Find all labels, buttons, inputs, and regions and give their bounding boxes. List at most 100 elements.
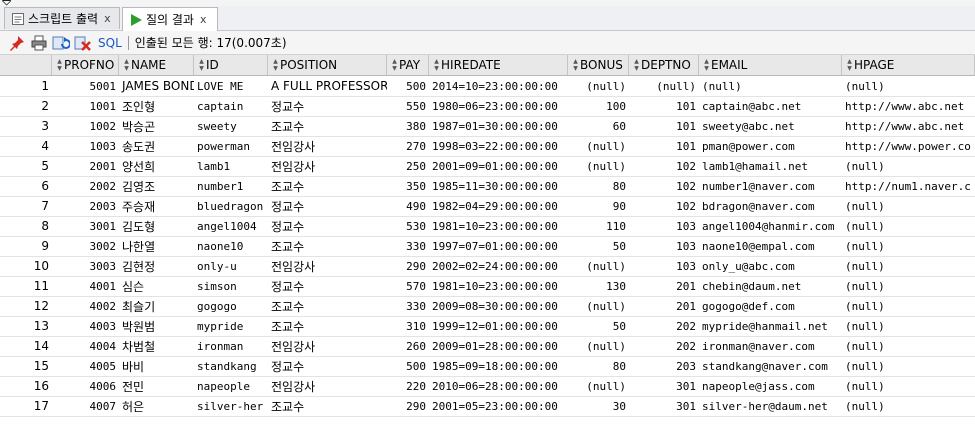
cell-profno[interactable]: 4001 — [52, 276, 119, 296]
cell-bonus[interactable]: 50 — [568, 236, 629, 256]
cell-bonus[interactable]: (null) — [568, 336, 629, 356]
cell-bonus[interactable]: 100 — [568, 96, 629, 116]
cell-pay[interactable]: 290 — [387, 396, 429, 416]
column-header-id[interactable]: ▲▼ ID — [194, 55, 268, 75]
cell-email[interactable]: lamb1@hamail.net — [699, 156, 842, 176]
cell-profno[interactable]: 4007 — [52, 396, 119, 416]
tab-script-output-close-icon[interactable]: x — [104, 12, 111, 25]
cell-profno[interactable]: 3003 — [52, 256, 119, 276]
cell-profno[interactable]: 5001 — [52, 76, 119, 96]
cell-id[interactable]: mypride — [194, 316, 268, 336]
cell-hiredate[interactable]: 1982=04=29:00:00:00 — [429, 196, 568, 216]
cell-pay[interactable]: 570 — [387, 276, 429, 296]
cell-hpage[interactable]: (null) — [842, 76, 975, 96]
cell-pay[interactable]: 290 — [387, 256, 429, 276]
cell-email[interactable]: silver-her@daum.net — [699, 396, 842, 416]
cell-name[interactable]: 조인형 — [119, 96, 194, 116]
cell-hiredate[interactable]: 2014=10=23:00:00:00 — [429, 76, 568, 96]
cell-bonus[interactable]: 50 — [568, 316, 629, 336]
cell-name[interactable]: 송도권 — [119, 136, 194, 156]
cell-name[interactable]: 전민 — [119, 376, 194, 396]
cell-id[interactable]: standkang — [194, 356, 268, 376]
cell-bonus[interactable]: (null) — [568, 296, 629, 316]
cell-hpage[interactable]: (null) — [842, 356, 975, 376]
column-header-profno[interactable]: ▲▼ PROFNO — [52, 55, 119, 75]
sql-button[interactable]: SQL — [98, 36, 122, 50]
tab-query-result-close-icon[interactable]: x — [200, 13, 207, 26]
cell-hiredate[interactable]: 1998=03=22:00:00:00 — [429, 136, 568, 156]
column-header-hiredate[interactable]: ▲▼ HIREDATE — [429, 55, 568, 75]
cell-profno[interactable]: 1003 — [52, 136, 119, 156]
cell-pay[interactable]: 330 — [387, 296, 429, 316]
cell-id[interactable]: napeople — [194, 376, 268, 396]
cell-id[interactable]: LOVE ME — [194, 76, 268, 96]
cell-pay[interactable]: 500 — [387, 76, 429, 96]
cell-bonus[interactable]: 60 — [568, 116, 629, 136]
cell-deptno[interactable]: 103 — [629, 236, 699, 256]
column-header-position[interactable]: ▲▼ POSITION — [268, 55, 387, 75]
cell-email[interactable]: only_u@abc.com — [699, 256, 842, 276]
cell-profno[interactable]: 2002 — [52, 176, 119, 196]
cell-deptno[interactable]: 301 — [629, 376, 699, 396]
table-row[interactable]: 4 1003 송도권 powerman 전임강사 270 1998=03=22:00:00:… — [0, 136, 975, 157]
cell-name[interactable]: 심슨 — [119, 276, 194, 296]
cell-email[interactable]: sweety@abc.net — [699, 116, 842, 136]
cell-position[interactable]: 정교수 — [268, 96, 387, 116]
column-header-pay[interactable]: ▲▼ PAY — [387, 55, 429, 75]
sort-arrows-icon[interactable]: ▲▼ — [571, 58, 579, 72]
cell-pay[interactable]: 350 — [387, 176, 429, 196]
cell-email[interactable]: chebin@daum.net — [699, 276, 842, 296]
cell-email[interactable]: mypride@hanmail.net — [699, 316, 842, 336]
cell-profno[interactable]: 3001 — [52, 216, 119, 236]
sort-arrows-icon[interactable]: ▲▼ — [632, 58, 640, 72]
cell-email[interactable]: bdragon@naver.com — [699, 196, 842, 216]
cell-profno[interactable]: 1001 — [52, 96, 119, 116]
cell-deptno[interactable]: 203 — [629, 356, 699, 376]
cell-name[interactable]: 김현정 — [119, 256, 194, 276]
cell-bonus[interactable]: (null) — [568, 156, 629, 176]
table-row[interactable]: 1 5001 JAMES BOND LOVE ME A FULL PROFESSOR 50… — [0, 76, 975, 97]
cell-hpage[interactable]: (null) — [842, 236, 975, 256]
column-header-email[interactable]: ▲▼ EMAIL — [699, 55, 842, 75]
cell-email[interactable]: angel1004@hanmir.com — [699, 216, 842, 236]
cell-id[interactable]: number1 — [194, 176, 268, 196]
delete-icon[interactable] — [74, 35, 92, 51]
cell-hpage[interactable]: (null) — [842, 336, 975, 356]
cell-deptno[interactable]: 102 — [629, 156, 699, 176]
cell-email[interactable]: gogogo@def.com — [699, 296, 842, 316]
table-row[interactable]: 11 4001 심슨 simson 정교수 570 1981=10=23:00:00:00 1… — [0, 276, 975, 297]
cell-name[interactable]: 허은 — [119, 396, 194, 416]
sort-arrows-icon[interactable]: ▲▼ — [122, 58, 130, 72]
cell-pay[interactable]: 380 — [387, 116, 429, 136]
cell-email[interactable]: ironman@naver.com — [699, 336, 842, 356]
cell-email[interactable]: (null) — [699, 76, 842, 96]
table-row[interactable]: 13 4003 박원범 mypride 조교수 310 1999=12=01:00:00:0… — [0, 316, 975, 337]
cell-hpage[interactable]: http://www.abc.net — [842, 96, 975, 116]
cell-hiredate[interactable]: 1999=12=01:00:00:00 — [429, 316, 568, 336]
table-row[interactable]: 2 1001 조인형 captain 정교수 550 1980=06=23:00:00:00… — [0, 96, 975, 117]
cell-hpage[interactable]: (null) — [842, 196, 975, 216]
sort-arrows-icon[interactable]: ▲▼ — [55, 58, 63, 72]
cell-email[interactable]: pman@power.com — [699, 136, 842, 156]
cell-id[interactable]: lamb1 — [194, 156, 268, 176]
cell-hpage[interactable]: (null) — [842, 316, 975, 336]
cell-id[interactable]: sweety — [194, 116, 268, 136]
cell-deptno[interactable]: 101 — [629, 96, 699, 116]
cell-bonus[interactable]: (null) — [568, 376, 629, 396]
cell-profno[interactable]: 4002 — [52, 296, 119, 316]
cell-name[interactable]: 김도형 — [119, 216, 194, 236]
cell-hiredate[interactable]: 1985=11=30:00:00:00 — [429, 176, 568, 196]
cell-position[interactable]: 정교수 — [268, 356, 387, 376]
table-row[interactable]: 10 3003 김현정 only-u 전임강사 290 2002=02=24:00:00:0… — [0, 256, 975, 277]
cell-hpage[interactable]: http://num1.naver.c — [842, 176, 975, 196]
cell-pay[interactable]: 260 — [387, 336, 429, 356]
cell-position[interactable]: 조교수 — [268, 396, 387, 416]
cell-pay[interactable]: 530 — [387, 216, 429, 236]
cell-hpage[interactable]: (null) — [842, 276, 975, 296]
cell-deptno[interactable]: 103 — [629, 256, 699, 276]
cell-name[interactable]: 양선희 — [119, 156, 194, 176]
cell-position[interactable]: 조교수 — [268, 316, 387, 336]
cell-hpage[interactable]: (null) — [842, 376, 975, 396]
cell-name[interactable]: JAMES BOND — [119, 76, 194, 96]
cell-hiredate[interactable]: 2002=02=24:00:00:00 — [429, 256, 568, 276]
